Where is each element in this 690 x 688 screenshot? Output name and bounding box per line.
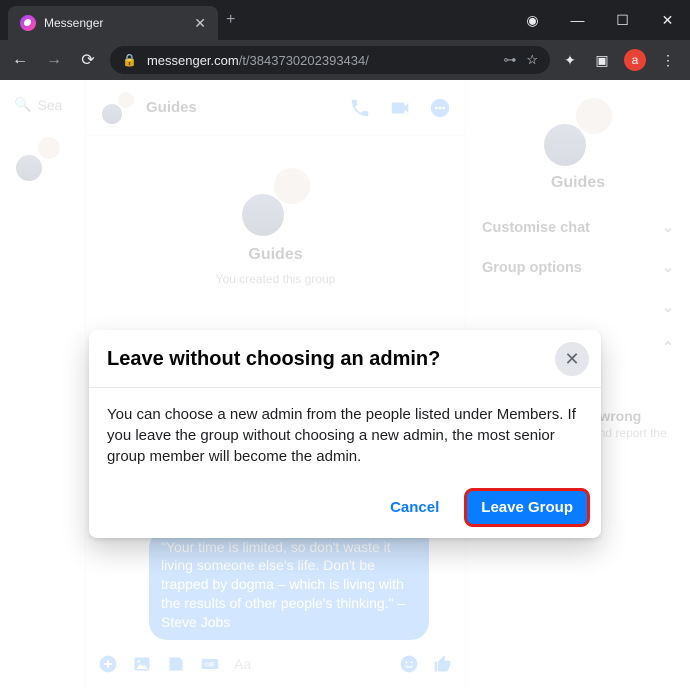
close-icon: ✕ [564,349,579,370]
modal-actions: Cancel Leave Group [89,483,601,538]
cast-icon[interactable]: ▣ [592,52,612,69]
cancel-button[interactable]: Cancel [380,491,449,524]
browser-chrome: Messenger ✕ + ◉ — ☐ ✕ ← → ⟳ 🔒 messenger.… [0,0,690,80]
messenger-favicon [20,15,36,31]
maximize-button[interactable]: ☐ [600,5,645,35]
window-controls: ◉ — ☐ ✕ [510,5,690,35]
leave-group-button[interactable]: Leave Group [467,491,587,524]
address-bar[interactable]: 🔒 messenger.com/t/3843730202393434/ ⊶ ☆ [110,46,550,74]
toolbar-right: ✦ ▣ a ⋮ [560,49,682,71]
close-tab-icon[interactable]: ✕ [194,15,206,32]
back-button[interactable]: ← [8,51,32,69]
toolbar: ← → ⟳ 🔒 messenger.com/t/3843730202393434… [0,40,690,80]
url: messenger.com/t/3843730202393434/ [147,53,493,68]
forward-button[interactable]: → [42,51,66,69]
tab-title: Messenger [44,16,186,30]
menu-icon[interactable]: ⋮ [658,52,678,69]
profile-avatar[interactable]: a [624,49,646,71]
modal-title: Leave without choosing an admin? [107,348,551,371]
modal-body: You can choose a new admin from the peop… [89,388,601,483]
leave-group-dialog: Leave without choosing an admin? ✕ You c… [89,330,601,538]
extensions-icon[interactable]: ✦ [560,52,580,69]
messenger-app: 🔍 Sea Guides Guides You created this gro… [0,80,690,688]
new-tab-button[interactable]: + [226,11,235,29]
minimize-button[interactable]: — [555,5,600,35]
close-modal-button[interactable]: ✕ [555,342,589,376]
lock-icon: 🔒 [122,53,137,67]
browser-tab[interactable]: Messenger ✕ [8,6,218,40]
close-window-button[interactable]: ✕ [645,5,690,35]
modal-header: Leave without choosing an admin? ✕ [89,330,601,388]
modal-overlay[interactable]: Leave without choosing an admin? ✕ You c… [0,80,690,688]
titlebar: Messenger ✕ + ◉ — ☐ ✕ [0,0,690,40]
reload-button[interactable]: ⟳ [76,50,100,70]
bookmark-icon[interactable]: ☆ [526,52,538,68]
key-icon[interactable]: ⊶ [503,52,516,68]
incognito-ext-icon[interactable]: ◉ [510,5,555,35]
